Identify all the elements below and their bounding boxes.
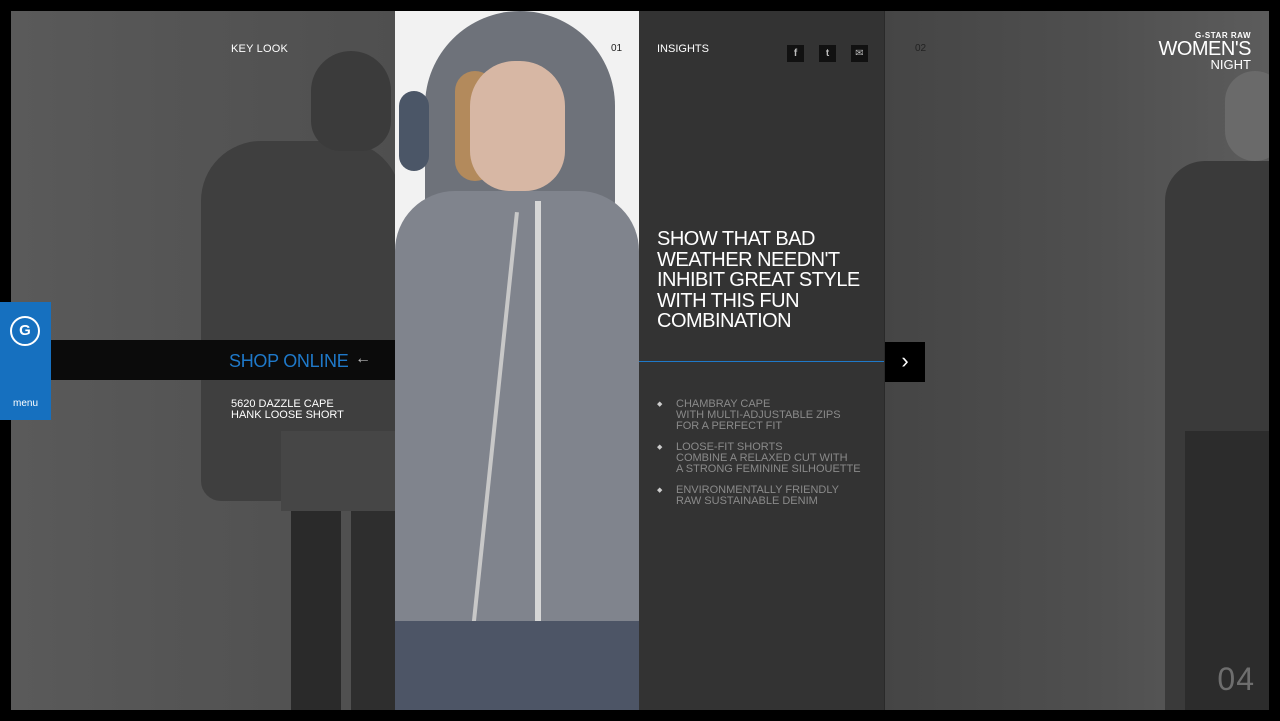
facebook-icon[interactable]: f <box>787 45 804 62</box>
photo-jeans <box>395 621 639 710</box>
feature-list: CHAMBRAY CAPE WITH MULTI-ADJUSTABLE ZIPS… <box>657 399 877 517</box>
product-list: 5620 DAZZLE CAPE HANK LOOSE SHORT <box>231 399 344 421</box>
feature-item: LOOSE-FIT SHORTS COMBINE A RELAXED CUT W… <box>657 442 877 475</box>
brand-subtitle: NIGHT <box>1210 57 1251 72</box>
feature-item: ENVIRONMENTALLY FRIENDLY RAW SUSTAINABLE… <box>657 485 877 507</box>
photo-glove <box>399 91 429 171</box>
model-leg <box>291 511 341 710</box>
model-head <box>1225 71 1269 161</box>
feature-item: CHAMBRAY CAPE WITH MULTI-ADJUSTABLE ZIPS… <box>657 399 877 432</box>
section-label: KEY LOOK <box>231 43 289 55</box>
page-number: 04 <box>1217 661 1255 697</box>
photo-jacket <box>395 191 639 631</box>
section-number: 01 <box>611 43 623 54</box>
gstar-logo-icon[interactable]: G <box>10 316 40 346</box>
shop-online-button[interactable]: SHOP ONLINE ← <box>51 340 395 380</box>
shop-online-label[interactable]: SHOP ONLINE <box>229 351 349 372</box>
page-frame: KEY LOOK SHOP ONLINE ← 5620 DAZZLE CAPE … <box>11 11 1269 710</box>
model-leg <box>351 511 395 710</box>
insights-panel: INSIGHTS f t ✉ SHOW THAT BAD WEATHER NEE… <box>639 11 884 710</box>
next-look-panel: 02 <box>884 11 1269 710</box>
twitter-icon[interactable]: t <box>819 45 836 62</box>
model-photo <box>395 11 639 710</box>
chevron-right-icon[interactable]: › <box>901 348 908 373</box>
next-arrow-button[interactable]: › <box>885 342 925 382</box>
brand-logo[interactable]: G-STAR RAW WOMEN'S NIGHT <box>1158 31 1251 72</box>
left-look-panel: KEY LOOK SHOP ONLINE ← 5620 DAZZLE CAPE … <box>11 11 395 710</box>
photo-face <box>470 61 565 191</box>
model-shorts <box>281 431 395 511</box>
arrow-left-icon[interactable]: ← <box>355 350 371 368</box>
section-number: 02 <box>915 43 927 54</box>
menu-label[interactable]: menu <box>0 398 51 409</box>
menu-button[interactable]: G menu <box>0 302 51 420</box>
divider <box>639 361 884 362</box>
email-icon[interactable]: ✉ <box>851 45 868 62</box>
insights-headline: SHOW THAT BAD WEATHER NEEDN'T INHIBIT GR… <box>657 228 860 332</box>
photo-zip <box>535 201 541 631</box>
model-head <box>311 51 391 151</box>
brand-title: WOMEN'S <box>1158 38 1251 60</box>
insights-title: INSIGHTS <box>657 43 709 55</box>
product-item[interactable]: HANK LOOSE SHORT <box>231 410 344 421</box>
